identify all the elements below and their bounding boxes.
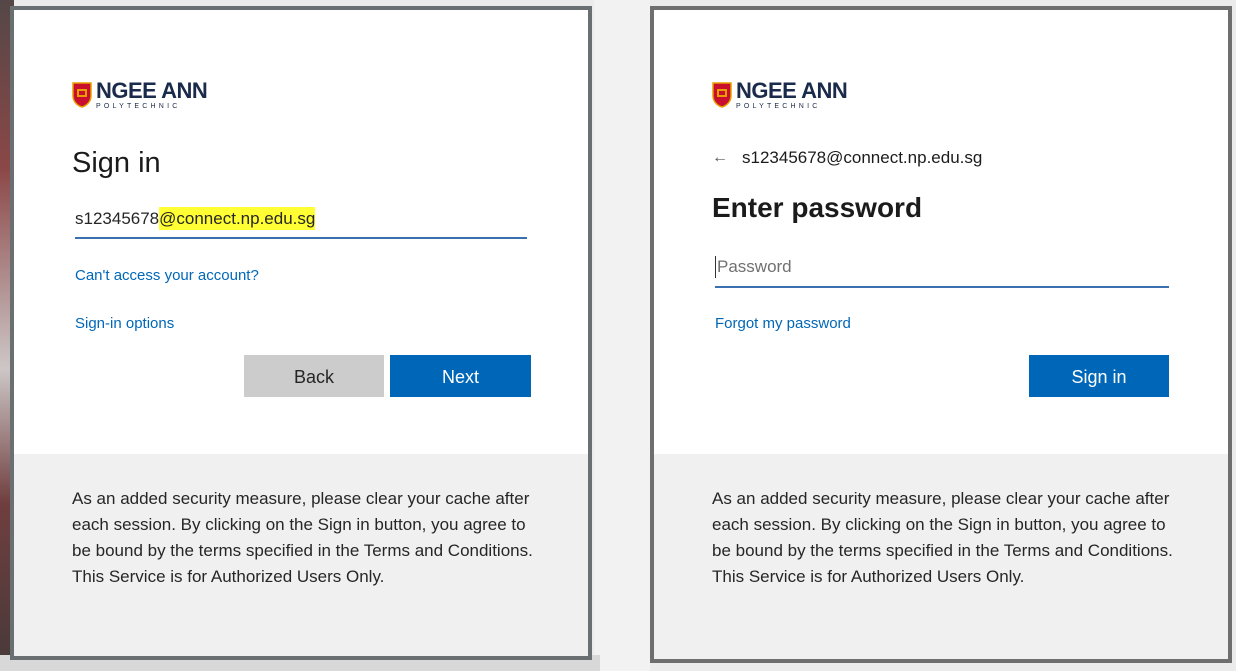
arrow-left-icon[interactable]: ←: [712, 146, 728, 170]
back-button[interactable]: Back: [244, 355, 384, 397]
email-field[interactable]: s12345678@connect.np.edu.sg: [75, 203, 527, 239]
password-card: NGEE ANN POLYTECHNIC ← s12345678@connect…: [650, 6, 1232, 663]
email-domain-highlight: @connect.np.edu.sg: [159, 207, 316, 230]
page-title: Sign in: [72, 147, 161, 179]
password-field[interactable]: [715, 248, 1169, 288]
school-logo: NGEE ANN POLYTECHNIC: [72, 78, 208, 116]
cant-access-account-link[interactable]: Can't access your account?: [75, 266, 259, 286]
background-gap: [594, 0, 650, 671]
footer-notice: As an added security measure, please cle…: [14, 454, 588, 656]
page-title: Enter password: [712, 192, 923, 223]
logo-name: NGEE ANN: [736, 78, 848, 103]
forgot-password-link[interactable]: Forgot my password: [715, 314, 851, 334]
logo-subtitle: POLYTECHNIC: [736, 103, 821, 110]
signin-button[interactable]: Sign in: [1029, 355, 1169, 397]
crest-shield-icon: [712, 82, 732, 108]
school-logo: NGEE ANN POLYTECHNIC: [712, 78, 848, 116]
signin-card: NGEE ANN POLYTECHNIC Sign in s12345678@c…: [10, 6, 592, 660]
text-caret: [715, 256, 716, 278]
email-prefix: s12345678: [75, 209, 160, 228]
signin-options-link[interactable]: Sign-in options: [75, 314, 174, 334]
crest-shield-icon: [72, 82, 92, 108]
identity-email: s12345678@connect.np.edu.sg: [742, 148, 983, 167]
next-button[interactable]: Next: [390, 355, 531, 397]
security-notice-text: As an added security measure, please cle…: [72, 489, 533, 586]
logo-name: NGEE ANN: [96, 78, 208, 103]
identity-banner: ← s12345678@connect.np.edu.sg: [712, 146, 982, 170]
security-notice-text: As an added security measure, please cle…: [712, 489, 1173, 586]
logo-subtitle: POLYTECHNIC: [96, 103, 181, 110]
footer-notice: As an added security measure, please cle…: [654, 454, 1228, 659]
